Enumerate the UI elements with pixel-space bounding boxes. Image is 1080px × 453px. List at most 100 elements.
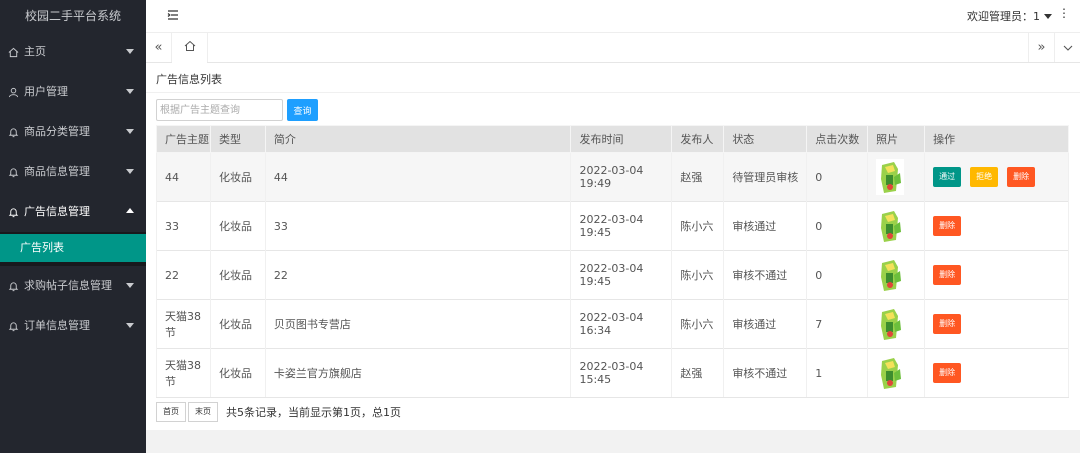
ad-thumbnail-image[interactable] xyxy=(876,355,905,391)
ad-thumbnail-image[interactable] xyxy=(876,306,905,342)
more-vertical-icon[interactable]: ⋮ xyxy=(1058,6,1070,20)
tabs-scroll-left-button[interactable]: « xyxy=(146,33,172,62)
user-icon xyxy=(6,85,20,99)
cell-topic: 33 xyxy=(156,201,211,251)
cell-type: 化妆品 xyxy=(209,152,266,202)
cell-intro: 44 xyxy=(264,152,572,202)
footer-strip xyxy=(146,430,1080,453)
caret-up-icon xyxy=(126,208,134,213)
table-row: 22 化妆品 22 2022-03-04 19:45 陈小六 审核不通过 0 删… xyxy=(156,250,1069,300)
delete-button[interactable]: 删除 xyxy=(933,363,962,383)
cell-clicks: 0 xyxy=(806,201,869,251)
sidebar: 校园二手平台系统 主页 用户管理 商品分类管理 商品信息管理 广告信息管理 广告… xyxy=(0,0,146,453)
delete-button[interactable]: 删除 xyxy=(933,265,962,285)
tabs-scroll-right-button[interactable]: » xyxy=(1028,33,1054,62)
app-title: 校园二手平台系统 xyxy=(0,0,146,32)
caret-down-icon xyxy=(126,129,134,134)
col-header-photo: 照片 xyxy=(867,125,926,153)
caret-down-icon xyxy=(126,283,134,288)
cell-actions: 删除 xyxy=(924,250,1069,300)
ad-thumbnail-image[interactable] xyxy=(876,159,905,195)
cell-type: 化妆品 xyxy=(209,348,266,398)
cell-time: 2022-03-04 16:34 xyxy=(570,299,673,349)
sidebar-item-label: 用户管理 xyxy=(24,85,68,98)
cell-time: 2022-03-04 19:49 xyxy=(570,152,673,202)
cell-publisher: 陈小六 xyxy=(671,201,725,251)
home-icon xyxy=(6,45,20,59)
bell-icon xyxy=(6,319,20,333)
cell-clicks: 0 xyxy=(806,250,869,300)
sidebar-item-ads[interactable]: 广告信息管理 xyxy=(0,192,146,232)
cell-actions: 通过 拒绝 删除 xyxy=(924,152,1069,202)
ad-thumbnail-image[interactable] xyxy=(876,208,905,244)
home-icon xyxy=(184,40,196,55)
sidebar-item-category[interactable]: 商品分类管理 xyxy=(0,112,146,152)
cell-status: 审核通过 xyxy=(723,299,808,349)
cell-publisher: 陈小六 xyxy=(671,299,725,349)
cell-type: 化妆品 xyxy=(209,299,266,349)
search-input[interactable] xyxy=(156,99,283,121)
col-header-type: 类型 xyxy=(209,125,266,153)
sidebar-item-orders[interactable]: 订单信息管理 xyxy=(0,306,146,346)
cell-type: 化妆品 xyxy=(209,201,266,251)
cell-topic: 天猫38节 xyxy=(156,348,211,398)
sidebar-item-label: 订单信息管理 xyxy=(24,319,90,332)
delete-button[interactable]: 删除 xyxy=(933,314,962,334)
cell-intro: 22 xyxy=(264,250,572,300)
tabs-menu-button[interactable] xyxy=(1054,33,1080,62)
sidebar-item-label: 广告信息管理 xyxy=(24,205,90,218)
col-header-intro: 简介 xyxy=(264,125,572,153)
sidebar-subitem-ad-list[interactable]: 广告列表 xyxy=(0,234,146,262)
bell-icon xyxy=(6,279,20,293)
sidebar-item-users[interactable]: 用户管理 xyxy=(0,72,146,112)
first-page-button[interactable]: 首页 xyxy=(156,402,186,422)
tabs-bar: « » xyxy=(146,33,1080,63)
table-row: 天猫38节 化妆品 贝页图书专营店 2022-03-04 16:34 陈小六 审… xyxy=(156,299,1069,349)
col-header-clicks: 点击次数 xyxy=(806,125,869,153)
sidebar-item-home[interactable]: 主页 xyxy=(0,32,146,72)
sidebar-item-label: 求购帖子信息管理 xyxy=(24,279,112,292)
reject-button[interactable]: 拒绝 xyxy=(970,167,999,187)
table-header-row: 广告主题 类型 简介 发布时间 发布人 状态 点击次数 照片 操作 xyxy=(156,125,1069,153)
caret-down-icon xyxy=(1044,13,1052,19)
bell-icon xyxy=(6,205,20,219)
cell-status: 审核通过 xyxy=(723,201,808,251)
col-header-publisher: 发布人 xyxy=(671,125,725,153)
ad-thumbnail-image[interactable] xyxy=(876,257,905,293)
caret-down-icon xyxy=(126,89,134,94)
cell-clicks: 1 xyxy=(806,348,869,398)
cell-photo xyxy=(867,201,926,251)
caret-down-icon xyxy=(126,323,134,328)
chevron-down-icon xyxy=(1063,45,1072,51)
table-row: 天猫38节 化妆品 卡姿兰官方旗舰店 2022-03-04 15:45 赵强 审… xyxy=(156,348,1069,398)
menu-toggle-icon[interactable] xyxy=(166,8,180,22)
top-header: 欢迎管理员：1 ⋮ xyxy=(146,0,1080,33)
pagination: 首页 末页 共5条记录，当前显示第1页，总1页 xyxy=(156,402,401,422)
caret-down-icon xyxy=(126,49,134,54)
page-title: 广告信息列表 xyxy=(156,73,222,86)
search-button[interactable]: 查询 xyxy=(287,99,318,121)
sidebar-item-wanted-posts[interactable]: 求购帖子信息管理 xyxy=(0,266,146,306)
last-page-button[interactable]: 末页 xyxy=(188,402,218,422)
divider xyxy=(146,92,1080,93)
delete-button[interactable]: 删除 xyxy=(1007,167,1036,187)
cell-type: 化妆品 xyxy=(209,250,266,300)
sidebar-subnav: 广告列表 xyxy=(0,232,146,266)
main-content: 广告信息列表 查询 广告主题 类型 简介 发布时间 发布人 状态 点击次数 照片… xyxy=(146,63,1080,430)
approve-button[interactable]: 通过 xyxy=(933,167,962,187)
col-header-time: 发布时间 xyxy=(570,125,673,153)
cell-publisher: 陈小六 xyxy=(671,250,725,300)
cell-clicks: 7 xyxy=(806,299,869,349)
cell-intro: 贝页图书专营店 xyxy=(264,299,572,349)
cell-time: 2022-03-04 15:45 xyxy=(570,348,673,398)
tab-home[interactable] xyxy=(172,33,208,63)
table-row: 33 化妆品 33 2022-03-04 19:45 陈小六 审核通过 0 删除 xyxy=(156,201,1069,251)
delete-button[interactable]: 删除 xyxy=(933,216,962,236)
cell-photo xyxy=(867,299,926,349)
cell-topic: 44 xyxy=(156,152,211,202)
ads-table: 广告主题 类型 简介 发布时间 发布人 状态 点击次数 照片 操作 44 化妆品… xyxy=(156,125,1069,398)
caret-down-icon xyxy=(126,169,134,174)
table-row: 44 化妆品 44 2022-03-04 19:49 赵强 待管理员审核 0 通… xyxy=(156,152,1069,202)
user-menu[interactable]: 欢迎管理员：1 xyxy=(967,8,1052,24)
sidebar-item-goods[interactable]: 商品信息管理 xyxy=(0,152,146,192)
